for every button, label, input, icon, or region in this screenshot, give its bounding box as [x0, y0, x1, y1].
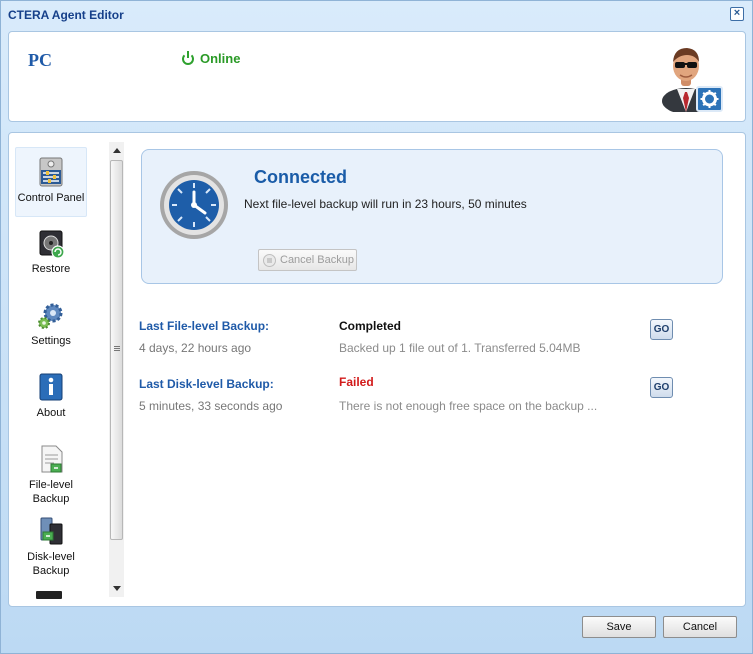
close-icon[interactable]: ×: [730, 7, 744, 21]
sidebar-item-label: File-level Backup: [28, 479, 73, 505]
info-icon: [39, 373, 63, 401]
title-bar: CTERA Agent Editor ×: [1, 1, 752, 29]
sidebar-item-settings[interactable]: Settings: [15, 291, 87, 361]
window-title: CTERA Agent Editor: [8, 8, 124, 22]
gear-icon: [38, 303, 63, 329]
user-settings-avatar: [662, 48, 723, 112]
sidebar-item-file-level-backup[interactable]: File-level Backup: [15, 435, 87, 511]
last-file-backup-detail: Backed up 1 file out of 1. Transferred 5…: [339, 341, 581, 355]
status-text: Online: [200, 51, 241, 66]
sidebar-scrollbar[interactable]: [109, 142, 124, 597]
stop-icon: [263, 253, 276, 267]
clock-icon: [160, 171, 228, 239]
sidebar-item-label: Disk-level Backup: [27, 551, 75, 577]
control-panel-icon: [39, 157, 63, 187]
last-disk-backup-ago: 5 minutes, 33 seconds ago: [139, 399, 283, 413]
sidebar-item-restore[interactable]: Restore: [15, 219, 87, 289]
scroll-up-icon[interactable]: [113, 148, 121, 153]
scroll-thumb[interactable]: [110, 160, 123, 540]
connected-title: Connected: [254, 167, 348, 187]
last-disk-backup-detail: There is not enough free space on the ba…: [339, 399, 598, 413]
cancel-backup-button: Cancel Backup: [258, 249, 357, 271]
save-button[interactable]: Save: [582, 616, 656, 638]
last-file-backup-label: Last File-level Backup:: [139, 319, 270, 333]
cancel-button[interactable]: Cancel: [663, 616, 737, 638]
disk-backup-icon: [40, 517, 63, 545]
power-icon: [182, 50, 194, 65]
sidebar-item-label: Control Panel: [17, 192, 85, 204]
cancel-backup-label: Cancel Backup: [280, 254, 354, 266]
sidebar: Control Panel Restore Settings About Fil…: [9, 133, 107, 606]
file-backup-icon: [41, 445, 63, 473]
sidebar-item-control-panel[interactable]: Control Panel: [15, 147, 87, 217]
sidebar-item-label: Settings: [31, 335, 71, 347]
disk-backup-go-button[interactable]: GO: [650, 377, 673, 398]
connection-status-box: Connected Next file-level backup will ru…: [141, 149, 723, 284]
agent-editor-window: CTERA Agent Editor × PC Online Control P…: [0, 0, 753, 654]
last-file-backup-ago: 4 days, 22 hours ago: [139, 341, 252, 355]
sidebar-item-about[interactable]: About: [15, 363, 87, 433]
main-panel: Control Panel Restore Settings About Fil…: [8, 132, 746, 607]
file-backup-go-button[interactable]: GO: [650, 319, 673, 340]
last-file-backup-status: Completed: [339, 319, 402, 333]
sidebar-item-disk-level-backup[interactable]: Disk-level Backup: [15, 507, 87, 583]
last-disk-backup-label: Last Disk-level Backup:: [139, 377, 274, 391]
sidebar-more-icon: [36, 591, 62, 599]
scroll-grip-icon: [114, 346, 120, 347]
device-name: PC: [28, 50, 52, 70]
last-disk-backup-status: Failed: [339, 375, 374, 389]
restore-icon: [39, 230, 65, 259]
sidebar-item-label: Restore: [31, 263, 71, 275]
scroll-down-icon[interactable]: [113, 586, 121, 591]
next-backup-text: Next file-level backup will run in 23 ho…: [244, 197, 527, 211]
sidebar-item-label: About: [36, 407, 66, 419]
device-header: PC Online: [8, 31, 746, 122]
online-status: Online: [182, 50, 241, 66]
